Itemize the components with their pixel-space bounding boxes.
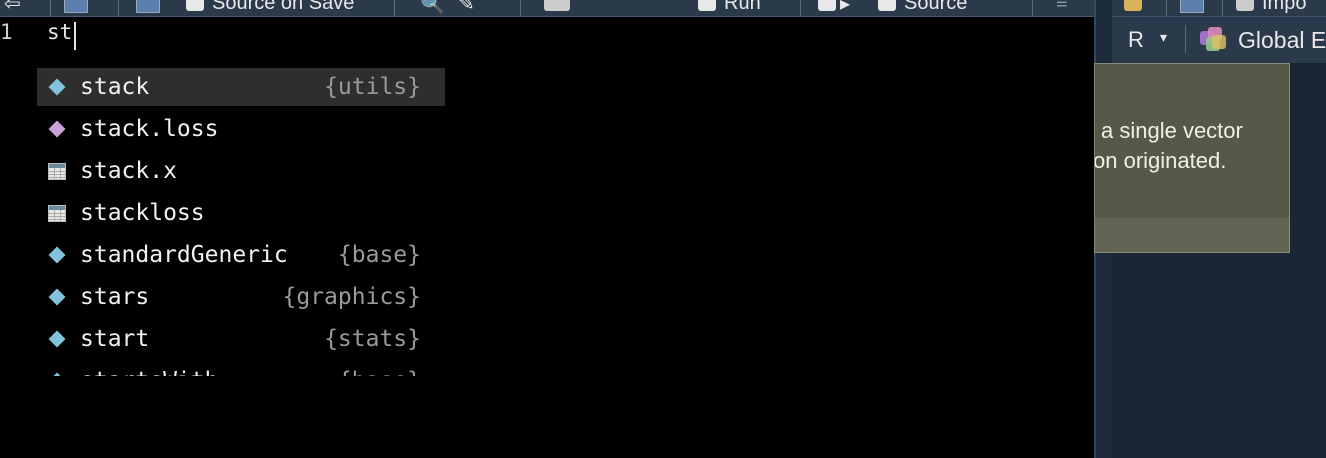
autocomplete-item-package: {base} — [337, 242, 421, 268]
autocomplete-popup: stack {utils} stack.loss stack.x stacklo… — [37, 65, 478, 376]
run-icon — [698, 0, 716, 11]
toolbar-divider — [1032, 0, 1033, 16]
function-icon — [46, 286, 68, 308]
outline-icon[interactable]: ≡ — [1056, 0, 1068, 14]
toolbar-divider — [1166, 0, 1167, 16]
source-on-save-checkbox[interactable]: Source on Save — [186, 0, 354, 14]
autocomplete-item-name: stars — [80, 284, 150, 310]
table-icon — [1236, 0, 1254, 11]
show-in-window-icon[interactable] — [64, 0, 88, 14]
function-icon — [46, 328, 68, 350]
chevron-down-icon[interactable]: ▾ — [1160, 29, 1167, 46]
dataset-icon — [46, 118, 68, 140]
run-button[interactable]: Run — [698, 0, 761, 14]
autocomplete-item[interactable]: start {stats} — [37, 320, 445, 358]
line-gutter — [0, 17, 40, 458]
tooltip-footer — [1095, 218, 1289, 252]
table-icon — [46, 202, 68, 224]
autocomplete-item-name: stack.x — [80, 158, 177, 184]
source-icon — [878, 0, 896, 11]
autocomplete-item-name: start — [80, 326, 150, 352]
autocomplete-item[interactable]: standardGeneric {base} — [37, 236, 445, 274]
autocomplete-item[interactable]: stack.loss — [37, 110, 445, 148]
toolbar-divider — [118, 0, 119, 16]
rerun-icon[interactable]: ▸ — [818, 0, 850, 15]
line-number: 1 — [0, 20, 13, 44]
autocomplete-item[interactable]: stars {graphics} — [37, 278, 445, 316]
back-arrow-icon[interactable]: ⇦ — [4, 0, 21, 15]
autocomplete-item-name: startsWith — [80, 368, 338, 376]
save-workspace-icon[interactable] — [1180, 0, 1204, 14]
toolbar-divider — [1185, 25, 1186, 53]
toolbar-divider — [1222, 0, 1223, 16]
table-icon — [46, 160, 68, 182]
function-icon — [46, 370, 68, 376]
toolbar-divider — [394, 0, 395, 16]
autocomplete-item[interactable]: stack.x — [37, 152, 445, 190]
autocomplete-item[interactable]: startsWith {base} — [37, 362, 445, 376]
autocomplete-item-package: {base} — [338, 368, 421, 376]
search-replace-icon[interactable]: 🔍 — [420, 0, 445, 15]
source-label: Source — [904, 0, 968, 14]
environment-icon — [1200, 27, 1228, 53]
autocomplete-item-package: {utils} — [324, 74, 421, 100]
editor-toolbar: ⇦ Source on Save 🔍 ✎ Run ▸ Source ≡ — [0, 0, 1094, 17]
function-icon — [46, 76, 68, 98]
checkbox-icon — [186, 0, 204, 11]
language-selector[interactable]: R — [1128, 27, 1144, 53]
autocomplete-item-name: stackloss — [80, 200, 205, 226]
source-button[interactable]: Source — [878, 0, 967, 14]
import-dataset-button[interactable]: Impo — [1236, 0, 1306, 14]
source-on-save-label: Source on Save — [212, 0, 355, 14]
autocomplete-item[interactable]: stack {utils} — [37, 68, 445, 106]
autocomplete-item-name: standardGeneric — [80, 242, 288, 268]
autocomplete-item[interactable]: stackloss — [37, 194, 445, 232]
autocomplete-item-name: stack — [80, 74, 150, 100]
global-environment-dropdown[interactable]: Global E — [1238, 27, 1326, 54]
tooltip-line-1: a single vector — [1101, 118, 1243, 143]
autocomplete-item-name: stack.loss — [80, 116, 219, 142]
toolbar-divider — [520, 0, 521, 16]
function-icon — [46, 244, 68, 266]
environment-selector-bar: R ▾ Global E — [1112, 16, 1326, 64]
toolbar-divider — [800, 0, 801, 16]
code-text[interactable]: st — [47, 20, 72, 44]
save-icon[interactable] — [136, 0, 160, 14]
text-cursor — [74, 22, 76, 50]
import-dataset-label: Impo — [1262, 0, 1307, 14]
environment-toolbar: Impo — [1112, 0, 1326, 16]
open-folder-icon[interactable] — [1124, 0, 1150, 14]
tooltip-line-2: on originated. — [1094, 148, 1227, 173]
code-tools-wand-icon[interactable]: ✎ — [458, 0, 475, 15]
toolbar-divider — [50, 0, 51, 16]
autocomplete-item-package: {stats} — [324, 326, 421, 352]
autocomplete-item-package: {graphics} — [282, 284, 421, 310]
run-label: Run — [724, 0, 761, 14]
help-tooltip: a single vector on originated. — [1094, 63, 1290, 253]
compile-report-icon[interactable] — [544, 0, 578, 14]
